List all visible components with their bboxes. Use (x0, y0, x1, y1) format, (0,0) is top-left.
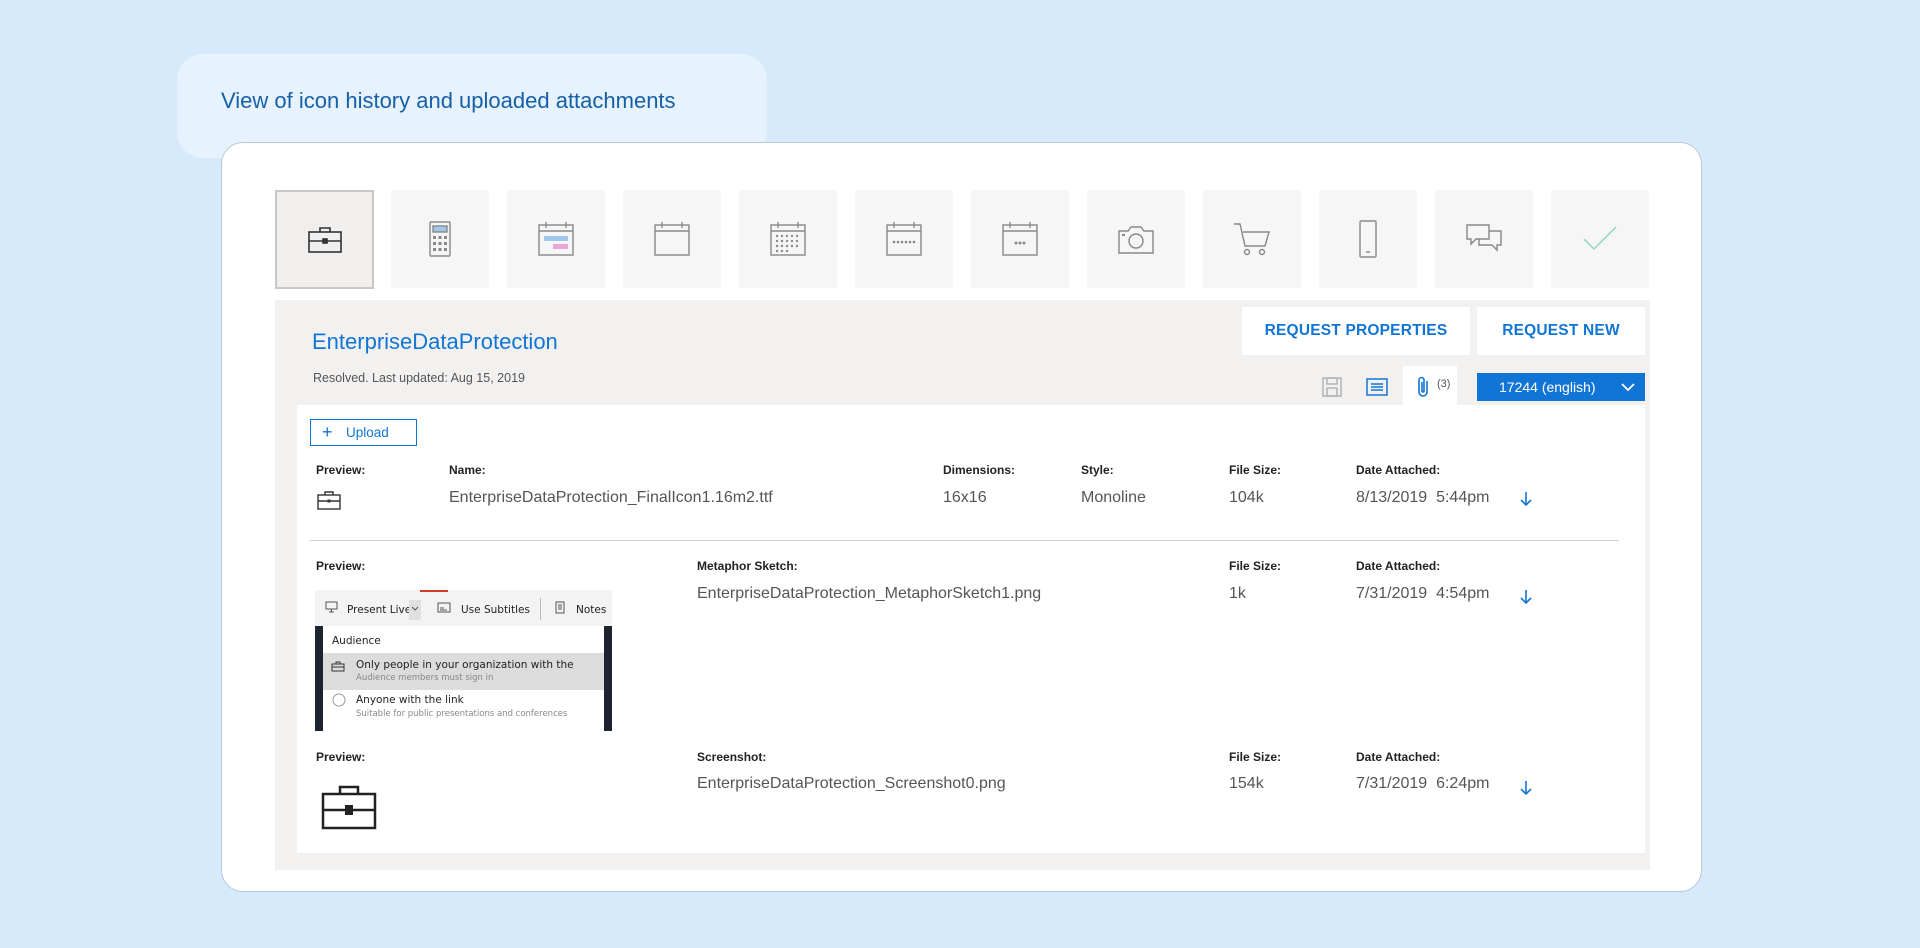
language-value: 17244 (english) (1499, 379, 1596, 395)
icon-title: EnterpriseDataProtection (312, 329, 558, 354)
icon-tile-checkmark[interactable] (1551, 190, 1649, 288)
date-attached-value: 7/31/2019 4:54pm (1356, 585, 1490, 602)
briefcase-icon (307, 226, 342, 253)
sketch-option2-sub: Suitable for public presentations and co… (356, 709, 568, 719)
sketch-tab-indicator (420, 590, 448, 592)
file-size-label: File Size: (1229, 750, 1282, 764)
calendar-dots-row-icon (886, 222, 922, 256)
file-size-label: File Size: (1229, 463, 1282, 477)
calendar-three-dots-icon (1002, 222, 1038, 256)
sketch-option1-sub: Audience members must sign in (356, 673, 494, 683)
status-text: Resolved. Last updated: Aug 15, 2019 (313, 371, 525, 385)
metaphor-sketch-preview: Present Live Use Subtitles Notes Audienc… (315, 590, 612, 731)
date-attached-value: 7/31/2019 6:24pm (1356, 775, 1490, 792)
sketch-use-subtitles: Use Subtitles (461, 604, 530, 616)
camera-icon (1118, 226, 1154, 254)
preview-label: Preview: (316, 559, 366, 573)
request-properties-button[interactable]: REQUEST PROPERTIES (1242, 307, 1470, 355)
file-size-value: 154k (1229, 775, 1264, 792)
download-icon[interactable] (1518, 490, 1534, 508)
checkmark-icon (1583, 226, 1617, 251)
file-name: EnterpriseDataProtection_FinalIcon1.16m2… (449, 489, 773, 506)
icon-tile-phone[interactable] (1319, 190, 1417, 288)
preview-label: Preview: (316, 750, 366, 764)
sketch-radio-icon (332, 693, 346, 707)
icon-tile-calendar-grid[interactable] (739, 190, 837, 288)
date-attached-value: 8/13/2019 5:44pm (1356, 489, 1490, 506)
sketch-dark-right (604, 626, 612, 731)
style-label: Style: (1081, 463, 1114, 477)
calendar-colored-icon (538, 222, 574, 256)
subtitles-icon (437, 602, 451, 613)
calculator-icon (429, 221, 451, 257)
language-select[interactable]: 17244 (english) (1477, 373, 1645, 401)
icon-tile-calendar-dots-row[interactable] (855, 190, 953, 288)
download-icon[interactable] (1518, 588, 1534, 606)
sketch-present-live: Present Live (347, 604, 412, 616)
sketch-audience: Audience (332, 635, 381, 647)
notes-icon (555, 601, 565, 614)
calendar-grid-icon (770, 222, 806, 256)
file-size-label: File Size: (1229, 559, 1282, 573)
file-name: EnterpriseDataProtection_MetaphorSketch1… (697, 585, 1042, 602)
file-size-value: 1k (1229, 585, 1246, 602)
present-live-icon (325, 601, 338, 613)
icon-tile-camera[interactable] (1087, 190, 1185, 288)
sketch-separator (540, 598, 541, 620)
name-label: Name: (449, 463, 486, 477)
sketch-option2-title: Anyone with the link (356, 694, 464, 706)
dimensions-value: 16x16 (943, 489, 987, 506)
file-size-value: 104k (1229, 489, 1264, 506)
briefcase-screenshot-preview-icon (321, 785, 377, 830)
upload-label: Upload (346, 425, 389, 440)
metaphor-sketch-label: Metaphor Sketch: (697, 559, 798, 573)
preview-label: Preview: (316, 463, 366, 477)
file-name: EnterpriseDataProtection_Screenshot0.png (697, 775, 1006, 792)
briefcase-preview-icon (317, 491, 341, 510)
icon-tile-chat[interactable] (1435, 190, 1533, 288)
phone-icon (1359, 220, 1377, 258)
icon-tile-cart[interactable] (1203, 190, 1301, 288)
save-icon[interactable] (1320, 375, 1344, 399)
row-divider (310, 540, 1619, 541)
upload-button[interactable]: + Upload (310, 419, 417, 446)
attachment-count: (3) (1437, 378, 1451, 390)
date-attached-label: Date Attached: (1356, 750, 1441, 764)
caption-title: View of icon history and uploaded attach… (221, 88, 676, 113)
list-icon[interactable] (1365, 375, 1389, 399)
icon-tile-calendar-three-dots[interactable] (971, 190, 1069, 288)
screenshot-label: Screenshot: (697, 750, 767, 764)
icon-tile-briefcase[interactable] (275, 190, 374, 289)
chat-bubbles-icon (1466, 224, 1502, 252)
sketch-briefcase-icon (331, 661, 345, 672)
request-new-button[interactable]: REQUEST NEW (1477, 307, 1645, 355)
chevron-down-icon (1621, 383, 1635, 392)
icon-tile-calendar-blank[interactable] (623, 190, 721, 288)
paperclip-icon[interactable] (1411, 375, 1435, 399)
sketch-chevron-icon (411, 606, 419, 611)
icon-tile-calendar-colored[interactable] (507, 190, 605, 288)
calendar-blank-icon (654, 222, 690, 256)
sketch-notes: Notes (576, 604, 607, 616)
date-attached-label: Date Attached: (1356, 463, 1441, 477)
dimensions-label: Dimensions: (943, 463, 1016, 477)
download-icon[interactable] (1518, 779, 1534, 797)
style-value: Monoline (1081, 489, 1146, 506)
sketch-option1-title: Only people in your organization with th… (356, 659, 574, 671)
plus-icon: + (322, 422, 333, 442)
sketch-dark-left (315, 626, 323, 731)
date-attached-label: Date Attached: (1356, 559, 1441, 573)
icon-tile-calculator[interactable] (391, 190, 489, 288)
cart-icon (1234, 223, 1270, 256)
